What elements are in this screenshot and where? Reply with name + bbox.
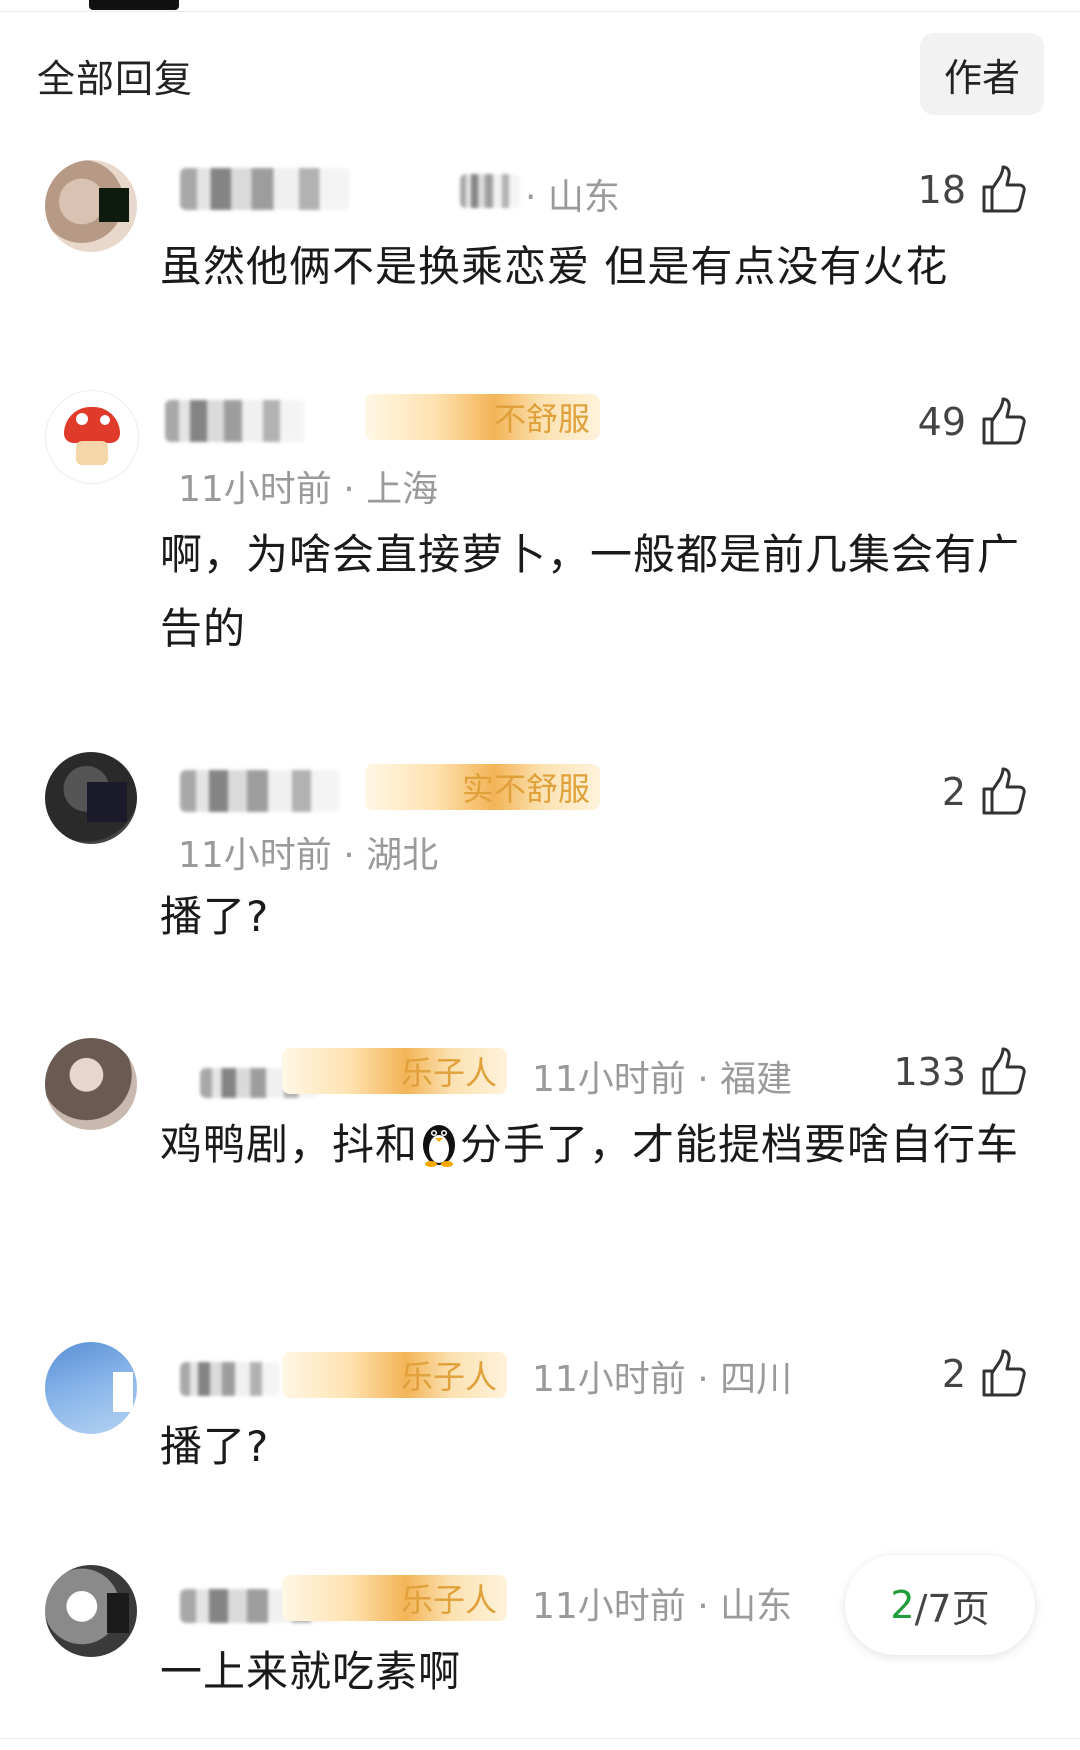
avatar[interactable]	[45, 752, 137, 844]
username-blurred[interactable]	[180, 168, 350, 210]
fan-badge: 不舒服	[365, 394, 600, 440]
avatar[interactable]	[45, 160, 137, 252]
thumbs-up-icon	[982, 165, 1026, 213]
like-count: 18	[917, 168, 966, 212]
like-button[interactable]: 49	[918, 392, 1028, 452]
total-pages: /7页	[914, 1586, 990, 1631]
fan-badge: 乐子人	[282, 1575, 507, 1621]
avatar[interactable]	[45, 390, 139, 484]
comment-meta: 11小时前 · 福建	[532, 1059, 793, 1100]
comment-meta: 11小时前 · 山东	[532, 1586, 793, 1627]
author-filter-button[interactable]: 作者	[920, 33, 1044, 115]
username-blurred[interactable]	[165, 400, 305, 442]
divider	[0, 1738, 1080, 1739]
comment-meta: 11小时前 · 四川	[532, 1359, 793, 1400]
divider	[0, 11, 1080, 12]
like-count: 49	[917, 400, 966, 444]
comment-meta: 11小时前 · 上海	[178, 469, 439, 510]
current-page: 2	[890, 1583, 915, 1627]
tab-indicator	[89, 0, 179, 10]
like-button[interactable]: 2	[942, 762, 1028, 822]
username-blurred	[460, 174, 520, 208]
like-count: 2	[941, 770, 966, 814]
like-count: 2	[941, 1352, 966, 1396]
like-button[interactable]: 133	[893, 1042, 1028, 1102]
fan-badge: 实不舒服	[365, 764, 600, 810]
thumbs-up-icon	[982, 1047, 1026, 1095]
comment-text[interactable]: 虽然他俩不是换乘恋爱 但是有点没有火花	[160, 230, 1040, 304]
avatar[interactable]	[45, 1038, 137, 1130]
username-blurred[interactable]	[180, 1362, 280, 1396]
avatar[interactable]	[45, 1342, 137, 1434]
comment-text-part: 分手了，才能提档要啥自行车	[460, 1120, 1020, 1169]
comment-text[interactable]: 播了?	[160, 1410, 1040, 1484]
like-button[interactable]: 2	[942, 1344, 1028, 1404]
comment-location: · 山东	[525, 177, 620, 218]
avatar[interactable]	[45, 1565, 137, 1657]
all-replies-title: 全部回复	[37, 57, 194, 101]
thumbs-up-icon	[982, 1349, 1026, 1397]
fan-badge: 乐子人	[282, 1352, 507, 1398]
comment-text-part: 鸡鸭剧，抖和	[160, 1120, 419, 1169]
comment-meta: 11小时前 · 湖北	[178, 835, 439, 876]
comment-text[interactable]: 鸡鸭剧，抖和 分手了，才能提档要啥自行车	[160, 1108, 1040, 1182]
like-button[interactable]: 18	[918, 160, 1028, 220]
thumbs-up-icon	[982, 397, 1026, 445]
comment-text[interactable]: 啊，为啥会直接萝卜，一般都是前几集会有广告的	[160, 518, 1040, 666]
thumbs-up-icon	[982, 767, 1026, 815]
page-indicator[interactable]: 2/7页	[845, 1555, 1035, 1655]
like-count: 133	[893, 1050, 966, 1094]
comment-text[interactable]: 播了?	[160, 880, 1040, 954]
username-blurred[interactable]	[180, 770, 340, 812]
fan-badge: 乐子人	[282, 1048, 507, 1094]
penguin-icon	[423, 1125, 456, 1167]
